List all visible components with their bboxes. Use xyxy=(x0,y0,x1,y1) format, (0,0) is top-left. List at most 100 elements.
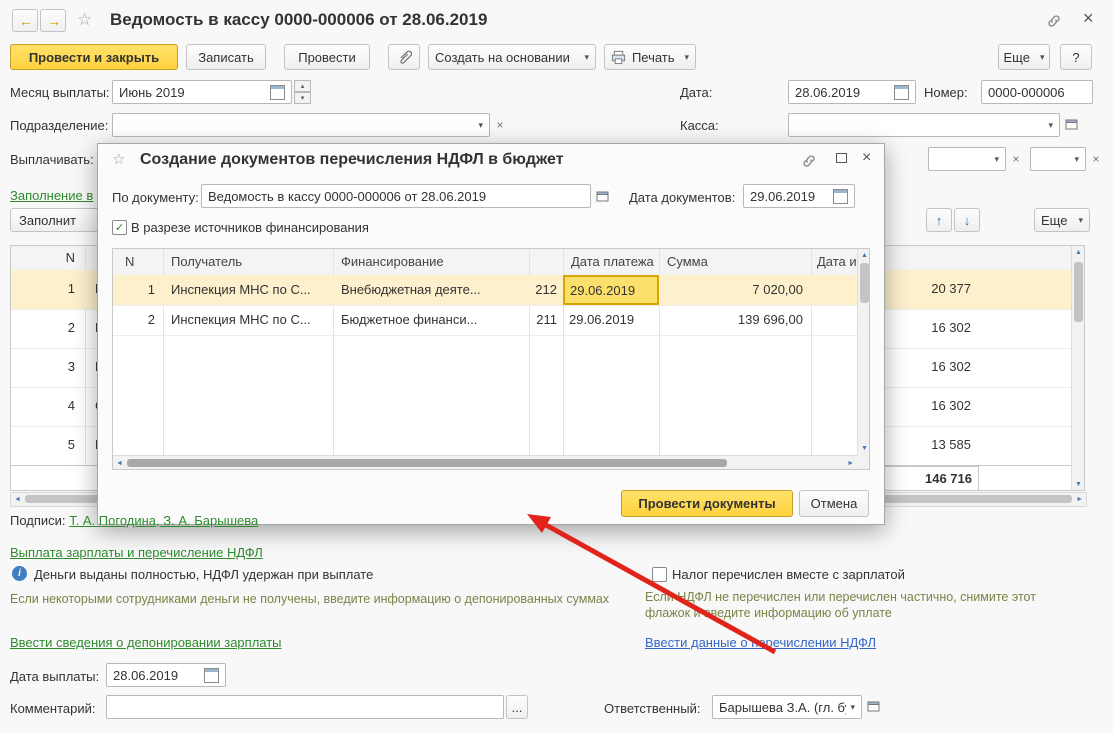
chevron-down-icon[interactable]: ▾ xyxy=(846,702,855,713)
more-label: Еще xyxy=(1003,49,1030,65)
chevron-down-icon[interactable]: ▾ xyxy=(990,154,999,165)
column-header-recipient[interactable]: Получатель xyxy=(171,254,242,269)
scroll-right-icon[interactable]: ► xyxy=(847,460,854,467)
cell-sum: 139 696,00 xyxy=(737,312,803,327)
pay-option-combo-2[interactable]: ▾ xyxy=(1030,147,1086,171)
tax-transferred-checkbox[interactable] xyxy=(652,567,667,582)
pay-option-combo[interactable]: ▾ xyxy=(928,147,1006,171)
clear-icon[interactable]: × xyxy=(492,113,508,137)
calendar-icon[interactable] xyxy=(204,667,219,683)
move-down-button[interactable]: ↓ xyxy=(954,208,980,232)
post-button[interactable]: Провести xyxy=(284,44,370,70)
scroll-down-icon[interactable]: ▼ xyxy=(861,445,868,452)
scroll-left-icon[interactable]: ◄ xyxy=(116,460,123,467)
calendar-icon[interactable] xyxy=(270,84,285,100)
salary-ndfl-link[interactable]: Выплата зарплаты и перечисление НДФЛ xyxy=(10,545,263,560)
row-number: 1 xyxy=(67,281,75,296)
scroll-up-icon[interactable]: ▲ xyxy=(861,252,868,259)
tax-transferred-label[interactable]: Налог перечислен вместе с зарплатой xyxy=(672,567,905,582)
financing-sources-checkbox[interactable]: ✓ xyxy=(112,220,127,235)
attachments-button[interactable] xyxy=(388,44,420,70)
department-combo[interactable]: ▾ xyxy=(112,113,490,137)
calendar-icon[interactable] xyxy=(833,188,848,204)
enter-ndfl-link[interactable]: Ввести данные о перечислении НДФЛ xyxy=(645,635,876,650)
selected-cell-pay-date[interactable]: 29.06.2019 xyxy=(563,275,659,305)
cashbox-label: Касса: xyxy=(680,118,719,133)
signatures-links[interactable]: Т. А. Погодина, З. А. Барышева xyxy=(69,513,258,528)
row-sum: 20 377 xyxy=(931,281,971,296)
horizontal-scrollbar[interactable]: ◄ ► xyxy=(113,455,857,469)
scroll-right-icon[interactable]: ► xyxy=(1076,496,1083,503)
enter-deposit-link[interactable]: Ввести сведения о депонировании зарплаты xyxy=(10,635,282,650)
column-header-n[interactable]: N xyxy=(11,250,75,265)
cancel-button[interactable]: Отмена xyxy=(799,490,869,517)
create-based-on-button[interactable]: Создать на основании ▾ xyxy=(428,44,596,70)
cell-code: 212 xyxy=(535,282,557,297)
column-header-sum[interactable]: Сумма xyxy=(667,254,708,269)
table-row[interactable]: 1 Инспекция МНС по С... Внебюджетная дея… xyxy=(113,275,857,306)
cashbox-combo[interactable]: ▾ xyxy=(788,113,1060,137)
cancel-label: Отмена xyxy=(810,496,858,511)
vertical-scrollbar[interactable]: ▲ ▼ xyxy=(1071,246,1084,490)
calendar-icon[interactable] xyxy=(894,84,909,100)
print-button[interactable]: Печать ▾ xyxy=(604,44,696,70)
column-header-financing[interactable]: Финансирование xyxy=(341,254,444,269)
fill-settings-link[interactable]: Заполнение в xyxy=(10,188,93,203)
write-button[interactable]: Записать xyxy=(186,44,266,70)
post-and-close-button[interactable]: Провести и закрыть xyxy=(10,44,178,70)
help-button[interactable]: ? xyxy=(1060,44,1092,70)
forward-button[interactable]: → xyxy=(40,9,66,32)
chevron-down-icon: ▾ xyxy=(1078,214,1083,225)
maximize-icon[interactable] xyxy=(836,153,847,163)
month-spinner[interactable]: ▴ ▾ xyxy=(294,80,311,104)
column-header-pay-date[interactable]: Дата платежа xyxy=(571,254,654,269)
scrollbar-thumb[interactable] xyxy=(860,263,869,303)
row-sum: 16 302 xyxy=(931,398,971,413)
table-row[interactable]: 2 Инспекция МНС по С... Бюджетное финанс… xyxy=(113,305,857,336)
open-form-icon[interactable] xyxy=(595,189,610,204)
scrollbar-thumb[interactable] xyxy=(1074,262,1083,322)
move-up-button[interactable]: ↑ xyxy=(926,208,952,232)
number-input[interactable]: 0000-000006 xyxy=(981,80,1093,104)
comment-picker-button[interactable]: ... xyxy=(506,695,528,719)
column-header-n[interactable]: N xyxy=(125,254,134,269)
more-button[interactable]: Еще ▾ xyxy=(998,44,1050,70)
favorite-star-icon[interactable]: ☆ xyxy=(77,11,92,28)
favorite-star-icon[interactable]: ☆ xyxy=(112,152,125,167)
date-input[interactable]: 28.06.2019 xyxy=(788,80,916,104)
post-documents-button[interactable]: Провести документы xyxy=(621,490,793,517)
scroll-down-icon[interactable]: ▼ xyxy=(1075,481,1082,488)
spin-down-icon[interactable]: ▾ xyxy=(294,92,311,104)
clear-icon[interactable]: × xyxy=(1008,147,1024,171)
get-link-icon[interactable] xyxy=(1046,13,1062,29)
close-window-icon[interactable]: × xyxy=(1083,9,1094,27)
chevron-down-icon[interactable]: ▾ xyxy=(474,120,483,131)
open-form-icon[interactable] xyxy=(1064,117,1079,132)
scrollbar-thumb[interactable] xyxy=(127,459,727,467)
pay-date-input[interactable]: 28.06.2019 xyxy=(106,663,226,687)
write-label: Записать xyxy=(198,49,254,65)
month-value: Июнь 2019 xyxy=(119,84,185,100)
scroll-left-icon[interactable]: ◄ xyxy=(14,496,21,503)
chevron-down-icon[interactable]: ▾ xyxy=(1070,154,1079,165)
fill-button[interactable]: Заполнит xyxy=(10,208,106,232)
responsible-combo[interactable]: Барышева З.А. (гл. бухга ▾ xyxy=(712,695,862,719)
docs-date-input[interactable]: 29.06.2019 xyxy=(743,184,855,208)
by-document-input[interactable]: Ведомость в кассу 0000-000006 от 28.06.2… xyxy=(201,184,591,208)
print-label: Печать xyxy=(631,49,675,65)
scroll-up-icon[interactable]: ▲ xyxy=(1075,249,1082,256)
vertical-scrollbar[interactable]: ▲ ▼ xyxy=(857,249,869,455)
clear-icon[interactable]: × xyxy=(1088,147,1104,171)
date-label: Дата: xyxy=(680,85,713,100)
financing-sources-label[interactable]: В разрезе источников финансирования xyxy=(131,220,369,235)
back-button[interactable]: ← xyxy=(12,9,38,32)
comment-input[interactable] xyxy=(106,695,504,719)
open-form-icon[interactable] xyxy=(866,699,881,714)
printer-icon xyxy=(611,50,626,65)
table-more-button[interactable]: Еще ▾ xyxy=(1034,208,1090,232)
chevron-down-icon[interactable]: ▾ xyxy=(1044,120,1053,131)
dialog-close-icon[interactable]: × xyxy=(862,150,871,166)
get-link-icon[interactable] xyxy=(801,153,817,169)
month-input[interactable]: Июнь 2019 xyxy=(112,80,292,104)
spin-up-icon[interactable]: ▴ xyxy=(294,80,311,92)
